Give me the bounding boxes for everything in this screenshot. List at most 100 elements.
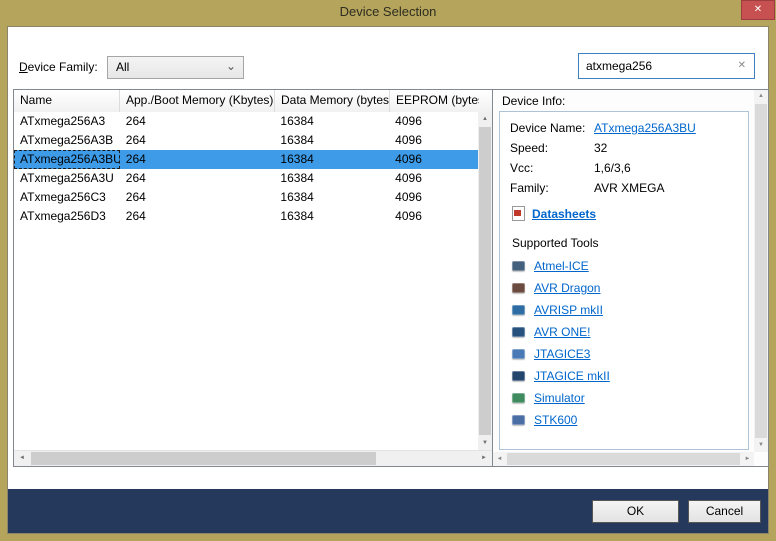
tool-item: Atmel-ICE [512,259,738,273]
vertical-scroll-thumb[interactable] [755,104,767,438]
column-header[interactable]: Data Memory (bytes) [275,90,390,112]
device-info-panel: Device Info: Device Name:ATxmega256A3BUS… [493,90,768,466]
panel-horizontal-scrollbar[interactable]: ◄ ► [493,452,754,466]
column-header[interactable]: App./Boot Memory (Kbytes) [120,90,275,112]
ok-button[interactable]: OK [592,500,679,523]
field-value: 1,6/3,6 [594,161,631,175]
horizontal-scroll-thumb[interactable] [31,452,376,465]
tool-link[interactable]: AVR Dragon [534,281,600,295]
field-label: Vcc: [510,161,594,175]
supported-tools-list: Atmel-ICE AVR Dragon AVRISP mkII AVR ONE! JT… [510,259,738,427]
tool-link[interactable]: JTAGICE mkII [534,369,610,383]
datasheets-link[interactable]: Datasheets [532,207,596,221]
close-icon: ✕ [754,4,762,15]
cancel-button[interactable]: Cancel [688,500,761,523]
device-family-value: All [116,57,129,78]
search-box: ✕ [578,53,755,79]
device-family-label: Device Family: [19,56,98,79]
device-info-header: Device Info: [502,94,565,108]
tool-link[interactable]: STK600 [534,413,577,427]
table-cell: 16384 [274,207,389,226]
avr-one-icon [512,327,525,337]
field-label: Device Name: [510,121,594,135]
tool-item: JTAGICE mkII [512,369,738,383]
table-cell: 16384 [274,188,389,207]
device-info-field: Device Name:ATxmega256A3BU [510,121,738,135]
table-cell: 16384 [274,131,389,150]
table-row[interactable]: ATxmega256A3BU264163844096 [14,150,478,169]
stk600-icon [512,415,525,425]
table-cell: ATxmega256A3BU [14,150,120,169]
table-cell: 264 [120,169,275,188]
tool-link[interactable]: JTAGICE3 [534,347,590,361]
table-vertical-scrollbar[interactable]: ▲ ▼ [478,112,492,450]
table-cell: 4096 [389,188,478,207]
table-cell: 4096 [389,150,478,169]
tool-item: JTAGICE3 [512,347,738,361]
jtagice3-icon [512,349,525,359]
device-family-dropdown[interactable]: All ⌄ [107,56,244,79]
simulator-icon [512,393,525,403]
tool-item: AVRISP mkII [512,303,738,317]
search-input[interactable] [586,57,726,75]
scroll-left-icon[interactable]: ◄ [493,452,506,466]
titlebar[interactable]: Device Selection ✕ [0,0,776,26]
table-cell: 16384 [274,169,389,188]
tool-link[interactable]: AVRISP mkII [534,303,603,317]
scroll-down-icon[interactable]: ▼ [754,439,768,452]
dialog-content: Device Family: All ⌄ ✕ NameApp./Boot Mem… [8,27,768,489]
device-selection-dialog: Device Selection ✕ Device Family: All ⌄ … [0,0,776,541]
device-fields: Device Name:ATxmega256A3BUSpeed:32Vcc:1,… [510,121,738,195]
scroll-up-icon[interactable]: ▲ [478,112,492,126]
table-cell: ATxmega256A3U [14,169,120,188]
datasheets-row: Datasheets [512,206,738,221]
scroll-right-icon[interactable]: ► [476,451,492,466]
horizontal-scroll-thumb[interactable] [507,453,740,465]
tool-link[interactable]: Simulator [534,391,585,405]
table-cell: ATxmega256A3B [14,131,120,150]
chevron-down-icon: ⌄ [226,56,236,77]
field-value: AVR XMEGA [594,181,664,195]
device-table-body: ATxmega256A3264163844096ATxmega256A3B264… [14,112,478,450]
table-row[interactable]: ATxmega256A3U264163844096 [14,169,478,188]
scroll-up-icon[interactable]: ▲ [754,90,768,103]
tool-item: Simulator [512,391,738,405]
field-label: Family: [510,181,594,195]
jtagice-mkii-icon [512,371,525,381]
device-name-link[interactable]: ATxmega256A3BU [594,121,696,135]
table-cell: 264 [120,131,275,150]
scroll-right-icon[interactable]: ► [741,452,754,466]
table-horizontal-scrollbar[interactable]: ◄ ► [14,450,492,466]
table-cell: 4096 [389,112,478,131]
table-cell: 4096 [389,169,478,188]
field-label: Speed: [510,141,594,155]
tool-item: AVR ONE! [512,325,738,339]
clear-search-icon[interactable]: ✕ [738,60,746,72]
table-row[interactable]: ATxmega256A3B264163844096 [14,131,478,150]
vertical-scroll-thumb[interactable] [479,127,491,435]
device-info-field: Vcc:1,6/3,6 [510,161,738,175]
close-button[interactable]: ✕ [741,0,775,20]
column-header[interactable]: EEPROM (bytes) [390,90,479,112]
table-row[interactable]: ATxmega256A3264163844096 [14,112,478,131]
table-row[interactable]: ATxmega256D3264163844096 [14,207,478,226]
table-cell: 16384 [274,112,389,131]
device-info-box: Device Name:ATxmega256A3BUSpeed:32Vcc:1,… [499,111,749,450]
footer-bar: OK Cancel [8,489,768,533]
table-row[interactable]: ATxmega256C3264163844096 [14,188,478,207]
panel-vertical-scrollbar[interactable]: ▲ ▼ [754,90,768,452]
field-value: 32 [594,141,607,155]
tool-item: STK600 [512,413,738,427]
device-table: NameApp./Boot Memory (Kbytes)Data Memory… [14,90,493,466]
tool-link[interactable]: AVR ONE! [534,325,590,339]
tool-item: AVR Dragon [512,281,738,295]
avrisp-mkii-icon [512,305,525,315]
scroll-down-icon[interactable]: ▼ [478,436,492,450]
table-cell: 264 [120,188,275,207]
tool-link[interactable]: Atmel-ICE [534,259,589,273]
table-cell: 4096 [389,207,478,226]
scroll-left-icon[interactable]: ◄ [14,451,30,466]
column-header[interactable]: Name [14,90,120,112]
middle-region: NameApp./Boot Memory (Kbytes)Data Memory… [13,89,769,467]
table-cell: 4096 [389,131,478,150]
